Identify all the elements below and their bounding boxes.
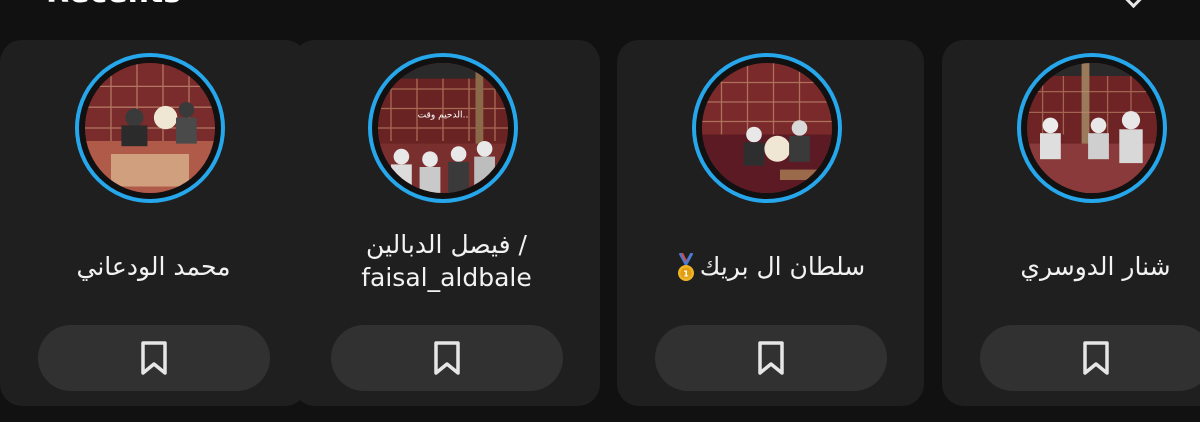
avatar	[1027, 63, 1157, 193]
avatar: الدحيم وقت..	[378, 63, 508, 193]
profile-name: 1 سلطان ال بريك	[627, 250, 914, 283]
profile-name: فيصل الدبالين / faisal_aldbale	[303, 228, 590, 294]
profile-name-text: سلطان ال بريك	[699, 252, 866, 281]
avatar-photo	[1027, 63, 1157, 193]
section-title: Recents	[46, 0, 181, 8]
profile-card[interactable]: شنار الدوسري	[942, 40, 1200, 406]
bookmark-icon	[434, 341, 460, 375]
svg-text:1: 1	[683, 270, 689, 279]
avatar-photo: الدحيم وقت..	[378, 63, 508, 193]
profile-card[interactable]: 1 سلطان ال بريك	[617, 40, 924, 406]
photo-caption: الدحيم وقت..	[418, 111, 469, 121]
profile-name: شنار الدوسري	[1020, 252, 1171, 281]
recents-section: Recents	[0, 0, 1200, 422]
avatar-ring[interactable]	[1017, 53, 1167, 203]
profile-card[interactable]: الدحيم وقت.. فيصل الدبالين / faisal_aldb…	[293, 40, 600, 406]
save-button[interactable]	[38, 325, 270, 391]
chevron-icon[interactable]	[1122, 0, 1145, 9]
bookmark-icon	[1083, 341, 1109, 375]
avatar	[85, 63, 215, 193]
profile-card[interactable]: محمد الودعاني	[0, 40, 307, 406]
avatar-ring[interactable]	[692, 53, 842, 203]
avatar-photo	[85, 63, 215, 193]
avatar-ring[interactable]: الدحيم وقت..	[368, 53, 518, 203]
avatar-photo	[702, 63, 832, 193]
avatar-ring[interactable]	[75, 53, 225, 203]
profile-name: محمد الودعاني	[76, 252, 231, 281]
save-button[interactable]	[980, 325, 1200, 391]
save-button[interactable]	[655, 325, 887, 391]
first-place-medal-icon: 1	[677, 253, 694, 281]
avatar	[702, 63, 832, 193]
bookmark-icon	[758, 341, 784, 375]
profile-name-line1: فيصل الدبالين /	[366, 230, 527, 259]
bookmark-icon	[141, 341, 167, 375]
profile-name-line2: faisal_aldbale	[361, 263, 532, 292]
save-button[interactable]	[331, 325, 563, 391]
